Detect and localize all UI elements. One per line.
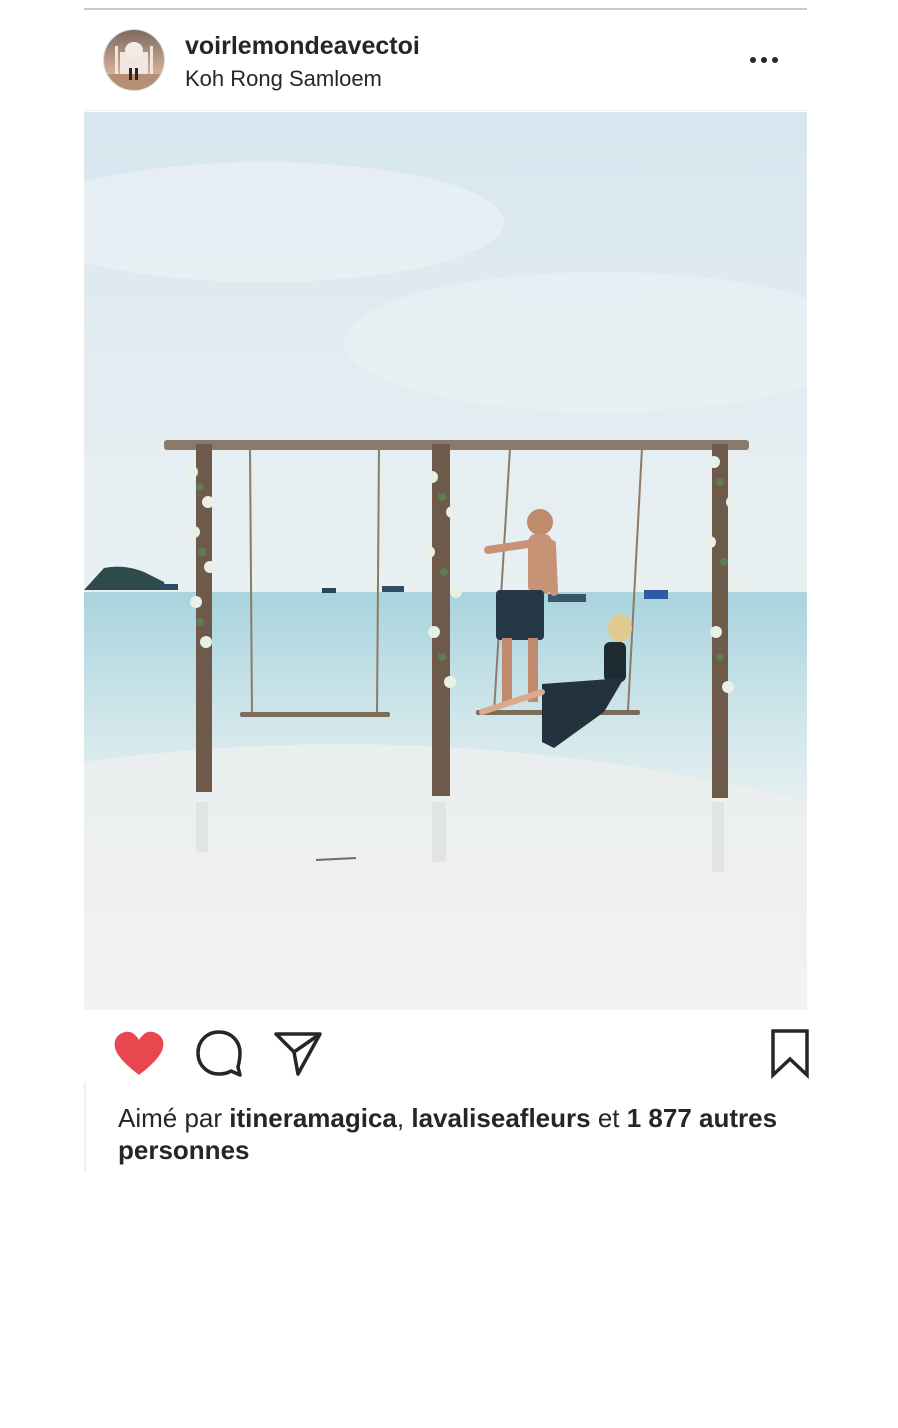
likes-prefix: Aimé par: [118, 1103, 230, 1133]
save-button[interactable]: [768, 1028, 812, 1080]
bookmark-icon: [771, 1029, 809, 1080]
likes-text: Aimé par itineramagica, lavaliseafleurs …: [118, 1102, 778, 1166]
likes-separator: ,: [396, 1103, 412, 1133]
post-image[interactable]: [84, 112, 807, 1010]
share-button[interactable]: [272, 1028, 324, 1078]
likes-conjunction: et: [590, 1103, 627, 1133]
liker-link-1[interactable]: itineramagica: [229, 1103, 397, 1133]
liker-link-2[interactable]: lavaliseafleurs: [411, 1103, 590, 1133]
comment-icon: [196, 1030, 242, 1077]
avatar-image: [104, 30, 164, 90]
more-options-button[interactable]: [744, 46, 784, 74]
post-header: voirlemondeavectoi Koh Rong Samloem: [84, 10, 807, 111]
username[interactable]: voirlemondeavectoi: [185, 32, 420, 61]
more-options-icon: [750, 57, 778, 63]
location[interactable]: Koh Rong Samloem: [185, 66, 382, 92]
like-button[interactable]: [112, 1028, 166, 1078]
left-rule: [84, 1082, 86, 1172]
beach-swing-photo: [84, 112, 807, 1010]
send-icon: [274, 1032, 322, 1076]
avatar[interactable]: [104, 30, 164, 90]
heart-icon: [114, 1031, 164, 1075]
comment-button[interactable]: [194, 1028, 244, 1078]
